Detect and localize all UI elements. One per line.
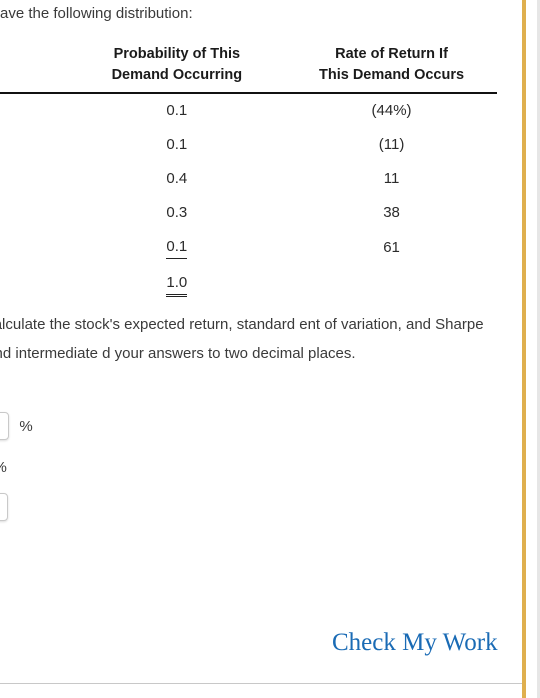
column-header-demand: e ducts [0, 44, 68, 94]
question-paragraph: ee rate is 3%. Calculate the stock's exp… [0, 316, 484, 362]
cell-rate-of-return: (11) [378, 136, 405, 153]
cell-rate-of-return: 11 [383, 170, 400, 187]
cell-probability: 0.1 [68, 230, 286, 266]
answer-row-standard-deviation: n: % [0, 453, 7, 481]
intro-text: ave the following distribution: [0, 5, 193, 22]
column-header-probability-line1: Probability of This [113, 46, 241, 62]
cell-rate-of-return: 38 [383, 204, 400, 221]
cell-rate-of-return: (44%) [371, 102, 412, 119]
right-gutter [526, 0, 537, 698]
column-header-rate-line1: Rate of Return If [335, 46, 448, 62]
standard-deviation-percent-symbol: % [0, 459, 7, 476]
bottom-divider [0, 683, 522, 684]
cell-probability: 0.1 [166, 136, 188, 153]
expected-return-percent-symbol: % [19, 417, 33, 435]
column-header-demand-line2: ducts [0, 65, 62, 86]
column-header-rate-line2: This Demand Occurs [319, 67, 465, 83]
question-content-pane: ave the following distribution: e ducts … [0, 0, 522, 698]
cell-total-probability: 1.0 [68, 266, 286, 304]
column-header-probability-line2: Demand Occurring [111, 67, 243, 83]
cell-demand [0, 128, 68, 162]
cell-total-label [0, 266, 68, 304]
table-body: 0.1 (44%) 0.1 (11) 0.4 11 0.3 38 0.1 61 … [0, 93, 497, 304]
table-row: 0.1 61 [0, 230, 497, 266]
cell-probability: 0.4 [166, 170, 188, 187]
cell-demand [0, 93, 68, 128]
cell-demand [0, 196, 68, 230]
cell-probability: 0.1 [166, 102, 188, 119]
cell-total-probability-underlined: 1.0 [166, 273, 188, 297]
column-header-probability: Probability of This Demand Occurring [67, 44, 287, 94]
cell-total-rate [286, 266, 497, 304]
table-header-row: e ducts Probability of This Demand Occur… [0, 44, 497, 94]
demand-distribution-table: e ducts Probability of This Demand Occur… [0, 44, 497, 304]
cell-probability: 0.3 [166, 204, 188, 221]
cell-probability-underlined: 0.1 [166, 237, 188, 259]
cell-demand [0, 162, 68, 196]
coefficient-of-variation-input[interactable] [0, 493, 8, 521]
answer-row-expected-return: eturn: % [0, 412, 33, 440]
table-row: 0.3 38 [0, 196, 497, 230]
column-header-rate-of-return: Rate of Return If This Demand Occurs [286, 44, 497, 94]
table-total-row: 1.0 [0, 266, 497, 304]
answer-row-coefficient-of-variation: ation: [0, 493, 18, 521]
cell-demand [0, 230, 68, 266]
table-row: 0.4 11 [0, 162, 497, 196]
check-my-work-link[interactable]: Check My Work [332, 628, 498, 658]
column-header-demand-line1: e [0, 44, 62, 65]
table-header: e ducts Probability of This Demand Occur… [0, 44, 497, 94]
table-row: 0.1 (44%) [0, 93, 497, 128]
cell-rate-of-return: 61 [383, 239, 400, 256]
expected-return-input[interactable] [0, 412, 10, 440]
table-row: 0.1 (11) [0, 128, 497, 162]
